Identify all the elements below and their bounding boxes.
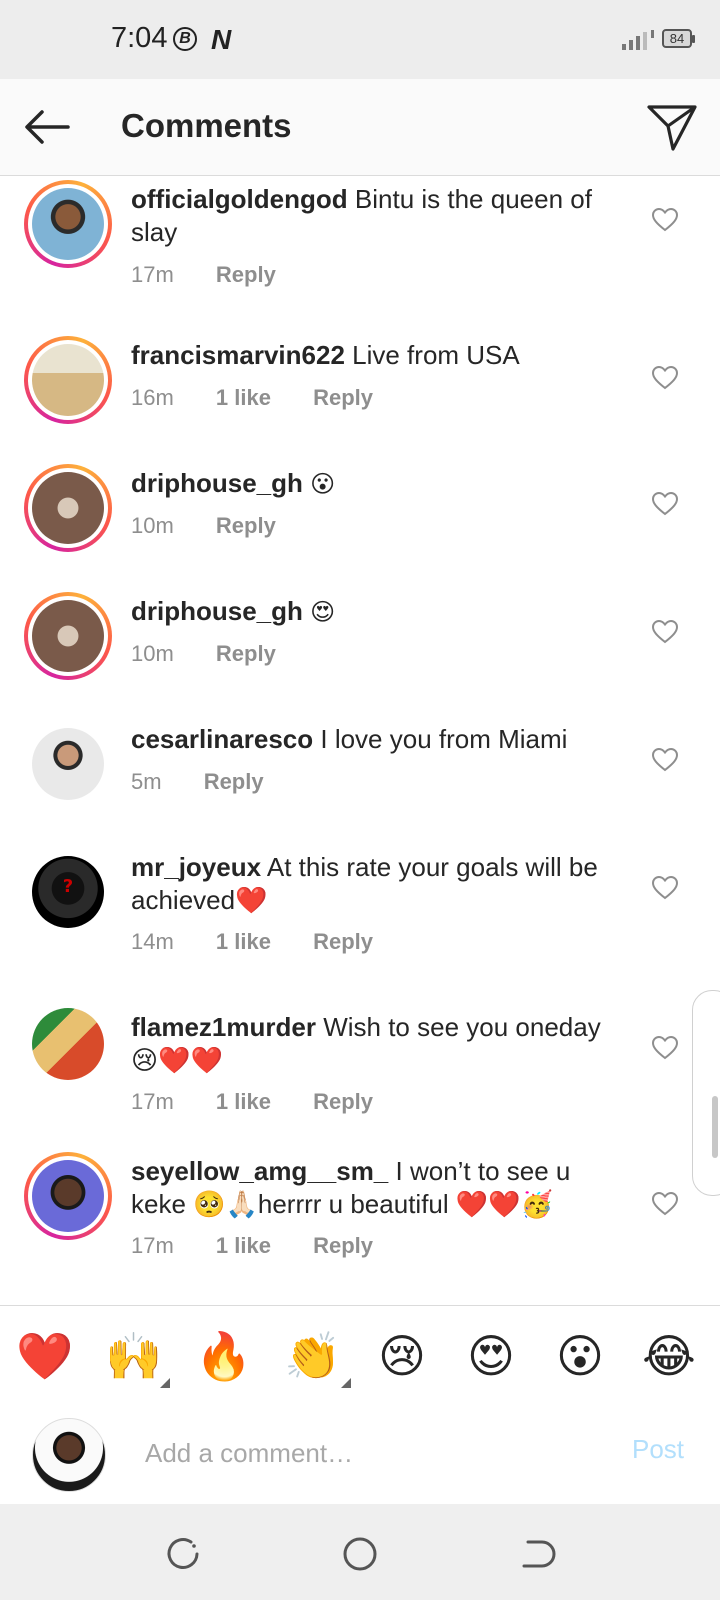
reply-button[interactable]: Reply (313, 1089, 373, 1114)
comment-composer: Post (0, 1402, 720, 1504)
question-mark-icon: ? (63, 876, 73, 897)
signal-icon (622, 30, 654, 50)
comment-username[interactable]: mr_joyeux (131, 852, 261, 882)
skin-tone-indicator-icon (160, 1378, 170, 1388)
comment-username[interactable]: seyellow_amg__sm_ (131, 1156, 388, 1186)
svg-text:?: ? (63, 876, 73, 897)
n-notification-icon: N (211, 24, 232, 55)
comment-time: 5m (131, 769, 162, 794)
heart-icon[interactable] (652, 208, 678, 232)
emoji-raised-hands-button[interactable]: 🙌 (104, 1326, 164, 1386)
comment-username[interactable]: francismarvin622 (131, 340, 345, 370)
heart-icon[interactable] (652, 492, 678, 516)
heart-icon[interactable] (652, 1036, 678, 1060)
likes-count[interactable]: 1 like (216, 929, 271, 954)
comment-time: 10m (131, 513, 174, 538)
status-bar: 7:04 B N 84 (0, 0, 720, 79)
comment-username[interactable]: driphouse_gh (131, 468, 303, 498)
comment-meta: 17m 1 like Reply (131, 1231, 409, 1261)
reply-button[interactable]: Reply (313, 1233, 373, 1258)
comment-meta: 17m Reply (131, 260, 312, 290)
heart-icon[interactable] (652, 748, 678, 772)
avatar[interactable] (32, 728, 104, 800)
emoji-heart-eyes-button[interactable]: 😍 (461, 1326, 521, 1386)
comment-time: 17m (131, 1233, 174, 1258)
likes-count[interactable]: 1 like (216, 385, 271, 410)
send-direct-icon[interactable] (646, 103, 698, 153)
avatar[interactable] (24, 1152, 112, 1240)
avatar[interactable] (24, 180, 112, 268)
comment-username[interactable]: driphouse_gh (131, 596, 303, 626)
comment-username[interactable]: officialgoldengod (131, 184, 348, 214)
comment-text: officialgoldengod Bintu is the queen of … (131, 183, 631, 249)
comment-time: 16m (131, 385, 174, 410)
comment-time: 10m (131, 641, 174, 666)
recent-apps-icon[interactable] (163, 1534, 203, 1574)
comment-text: mr_joyeux At this rate your goals will b… (131, 851, 631, 917)
avatar[interactable] (32, 1008, 104, 1080)
comment-text: cesarlinaresco I love you from Miami (131, 723, 631, 756)
comment-meta: 10m Reply (131, 511, 312, 541)
comment-meta: 16m 1 like Reply (131, 383, 409, 413)
likes-count[interactable]: 1 like (216, 1233, 271, 1258)
comment-meta: 5m Reply (131, 767, 300, 797)
comment-time: 17m (131, 262, 174, 287)
emoji-laughing-button[interactable]: 😂 (639, 1326, 699, 1386)
comments-list[interactable]: officialgoldengod Bintu is the queen of … (0, 176, 720, 1304)
avatar[interactable]: ? (32, 856, 104, 928)
comment-meta: 10m Reply (131, 639, 312, 669)
reply-button[interactable]: Reply (216, 262, 276, 287)
scroll-track[interactable] (692, 990, 720, 1196)
comment-text: francismarvin622 Live from USA (131, 339, 631, 372)
comment-text: flamez1murder Wish to see you oneday 😢❤️… (131, 1011, 631, 1077)
emoji-heart-button[interactable]: ❤️ (15, 1326, 75, 1386)
emoji-clap-button[interactable]: 👏 (283, 1326, 343, 1386)
reply-button[interactable]: Reply (313, 929, 373, 954)
scrollbar-thumb[interactable] (712, 1096, 718, 1158)
comment-time: 17m (131, 1089, 174, 1114)
reply-button[interactable]: Reply (313, 385, 373, 410)
comment-body: 😍 (310, 599, 336, 626)
battery-icon: 84 (662, 29, 695, 48)
comment-meta: 14m 1 like Reply (131, 927, 409, 957)
comment-text: seyellow_amg__sm_ I won’t to see u keke … (131, 1155, 631, 1221)
comment-username[interactable]: cesarlinaresco (131, 724, 313, 754)
heart-icon[interactable] (652, 1192, 678, 1216)
heart-icon[interactable] (652, 876, 678, 900)
b-notification-icon: B (173, 27, 197, 51)
comment-username[interactable]: flamez1murder (131, 1012, 316, 1042)
reply-button[interactable]: Reply (216, 641, 276, 666)
comment-text: driphouse_gh 😮 (131, 467, 631, 501)
emoji-fire-button[interactable]: 🔥 (194, 1326, 254, 1386)
skin-tone-indicator-icon (341, 1378, 351, 1388)
heart-icon[interactable] (652, 620, 678, 644)
likes-count[interactable]: 1 like (216, 1089, 271, 1114)
reply-button[interactable]: Reply (204, 769, 264, 794)
comment-body: I love you from Miami (320, 724, 568, 754)
system-nav-bar (0, 1504, 720, 1600)
page-title: Comments (121, 107, 292, 144)
current-user-avatar (32, 1418, 106, 1492)
avatar[interactable] (24, 336, 112, 424)
comment-input[interactable] (143, 1432, 587, 1474)
comment-body: 😮 (310, 471, 336, 498)
avatar[interactable] (24, 592, 112, 680)
post-button[interactable]: Post (632, 1434, 684, 1465)
home-icon[interactable] (340, 1534, 380, 1574)
heart-icon[interactable] (652, 366, 678, 390)
comment-body: Live from USA (352, 340, 520, 370)
avatar[interactable] (24, 464, 112, 552)
comment-meta: 17m 1 like Reply (131, 1087, 409, 1117)
emoji-quick-bar: ❤️ 🙌 🔥 👏 😢 😍 😮 😂 (0, 1305, 720, 1403)
back-nav-icon[interactable] (516, 1534, 556, 1574)
comments-header: Comments (0, 79, 720, 176)
status-time: 7:04 (111, 22, 168, 54)
back-arrow-icon[interactable] (22, 107, 72, 147)
emoji-surprised-button[interactable]: 😮 (550, 1326, 610, 1386)
comment-time: 14m (131, 929, 174, 954)
emoji-crying-button[interactable]: 😢 (372, 1326, 432, 1386)
reply-button[interactable]: Reply (216, 513, 276, 538)
comment-text: driphouse_gh 😍 (131, 595, 631, 629)
